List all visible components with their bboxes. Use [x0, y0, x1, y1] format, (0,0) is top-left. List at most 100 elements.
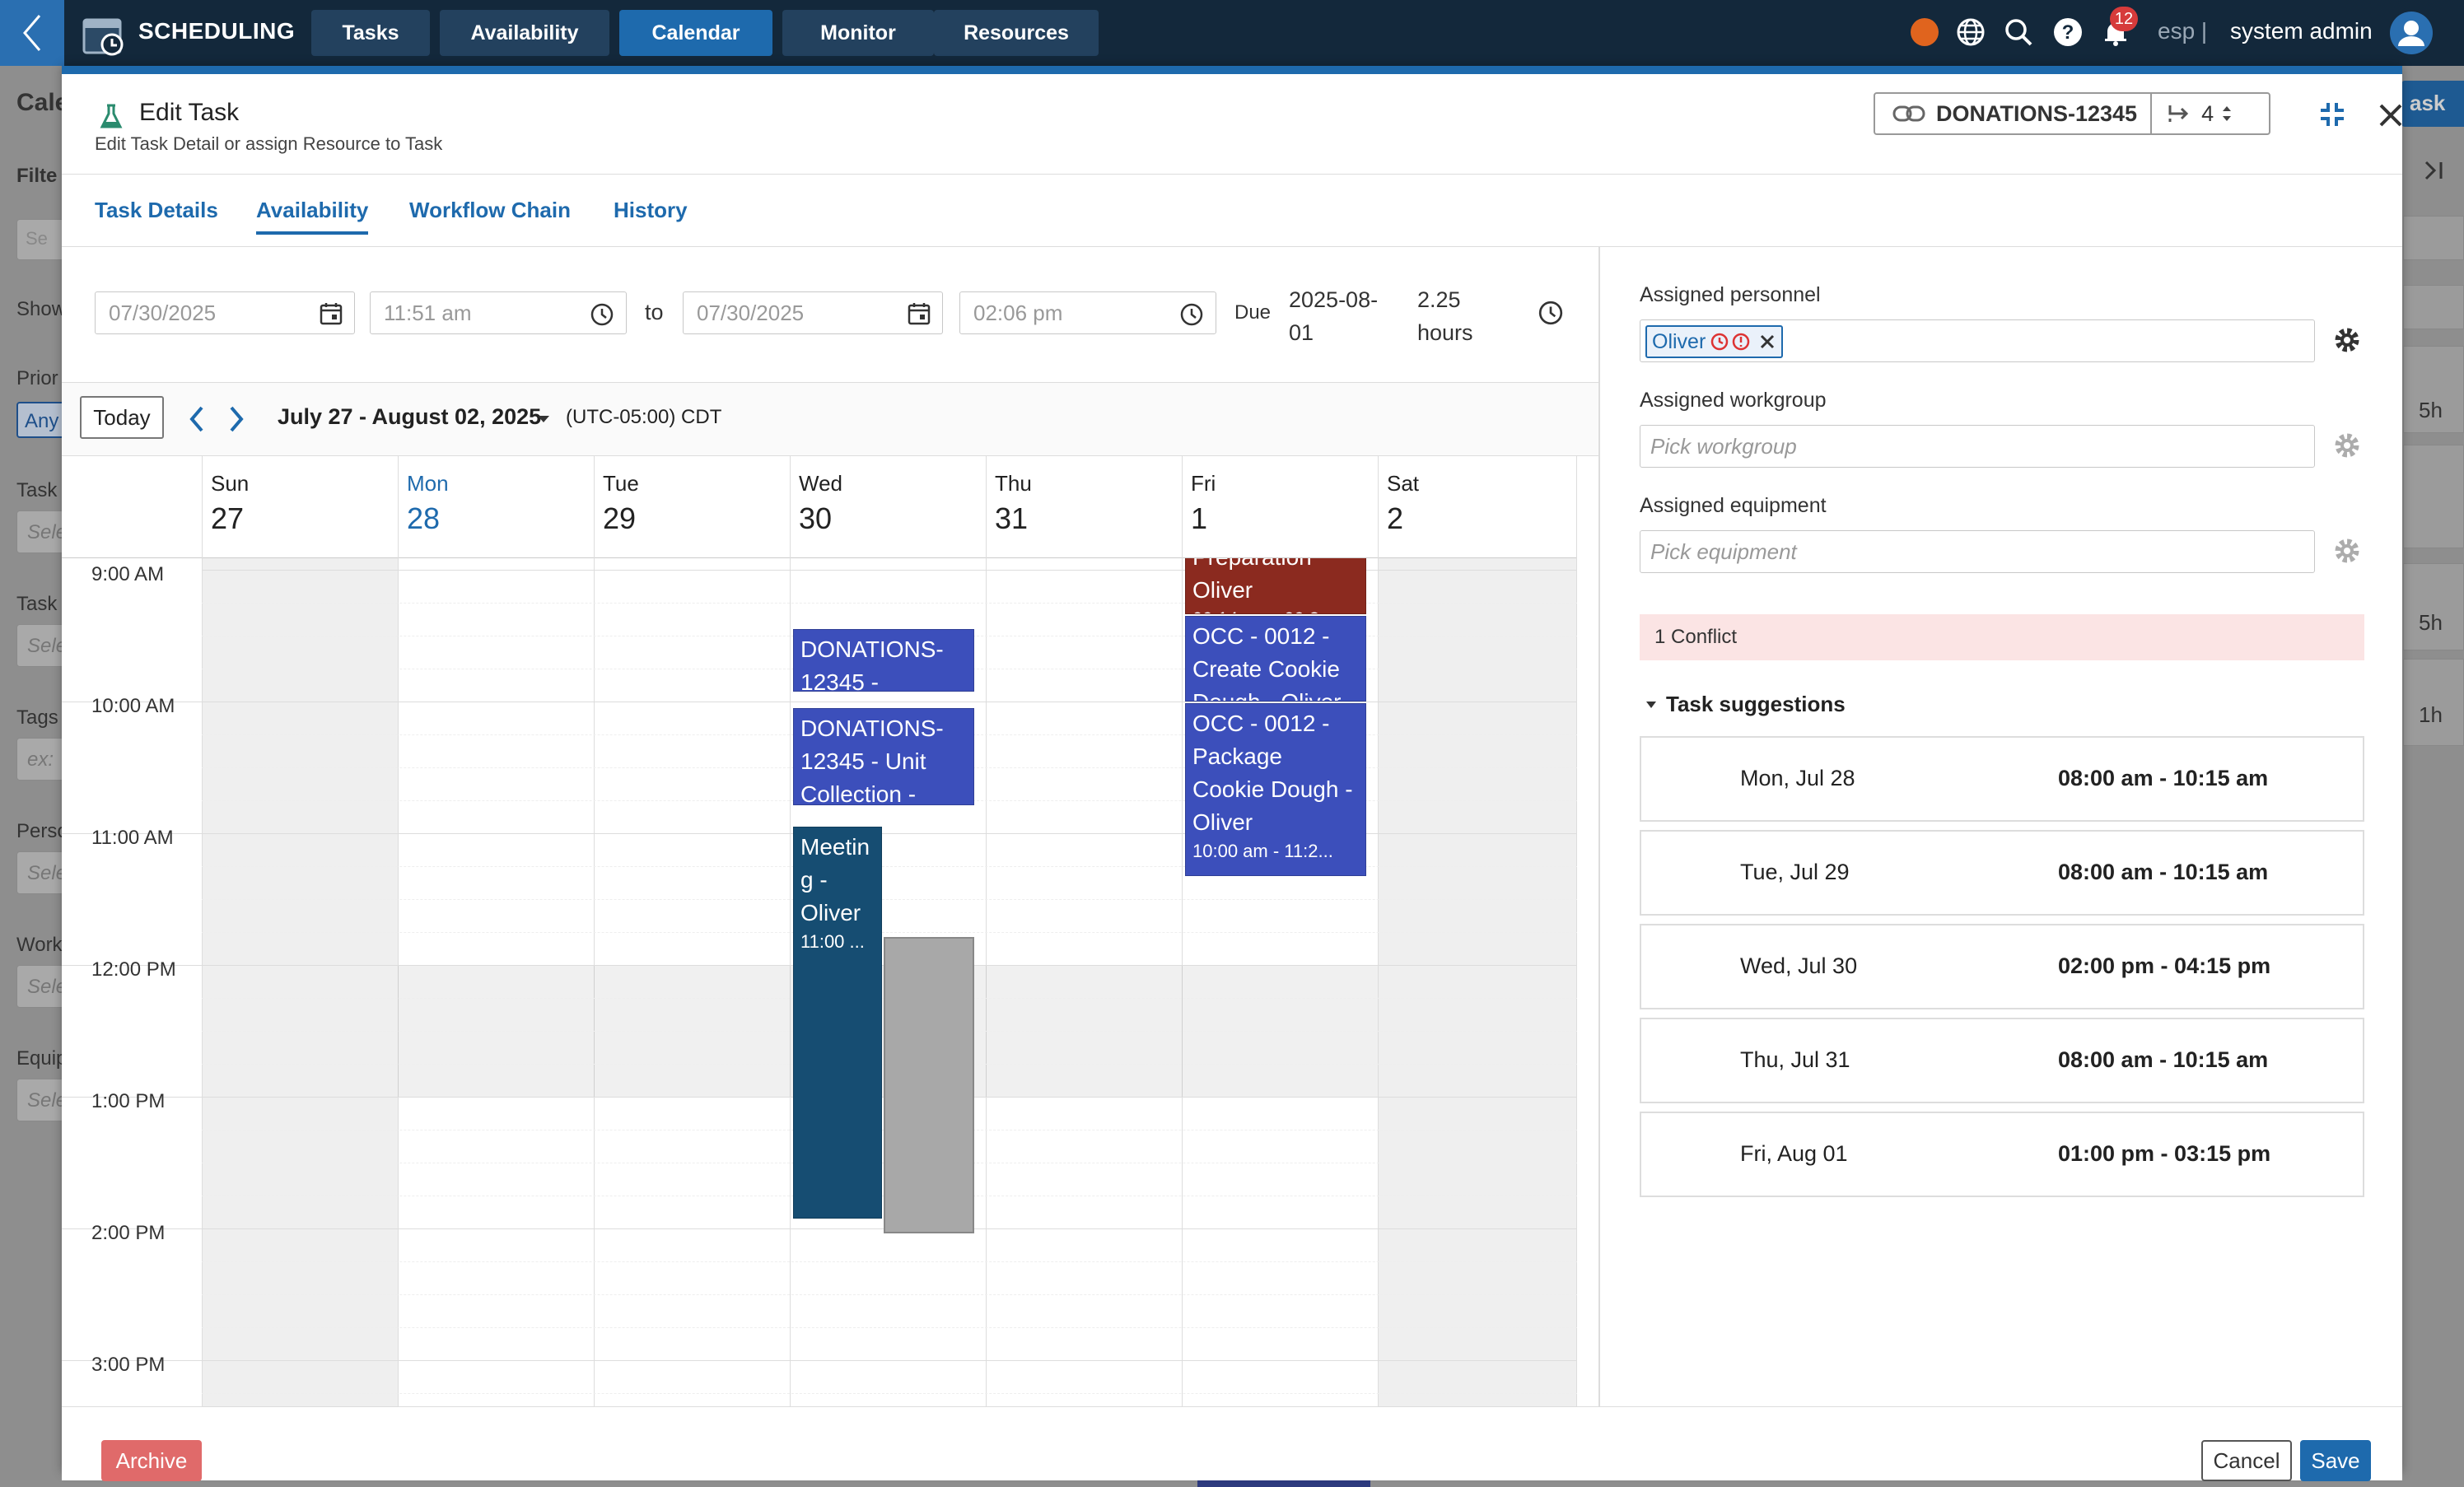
day-header-thu[interactable]: Thu 31	[986, 456, 1182, 558]
clock-icon[interactable]	[1179, 302, 1204, 327]
assigned-workgroup-input[interactable]: Pick workgroup	[1640, 425, 2315, 468]
suggestion-item[interactable]: Thu, Jul 31 08:00 am - 10:15 am	[1640, 1018, 2364, 1103]
day-column-sat[interactable]	[1378, 558, 1577, 1406]
day-header-fri[interactable]: Fri 1	[1182, 456, 1378, 558]
archive-button[interactable]: Archive	[101, 1440, 202, 1481]
calendar-event-preparation[interactable]: Preparation Oliver 09:14 am - 09:3	[1185, 558, 1366, 614]
user-icon	[2398, 21, 2424, 46]
remove-tag-icon[interactable]	[1758, 333, 1776, 351]
day-name: Mon	[407, 471, 449, 496]
day-column-sun[interactable]	[202, 558, 398, 1406]
edit-task-modal: Edit Task Edit Task Detail or assign Res…	[62, 66, 2404, 1481]
suggestion-item[interactable]: Tue, Jul 29 08:00 am - 10:15 am	[1640, 830, 2364, 916]
tab-workflow-chain[interactable]: Workflow Chain	[409, 198, 571, 223]
date-range[interactable]: July 27 - August 02, 2025	[278, 404, 541, 430]
day-header-sat[interactable]: Sat 2	[1378, 456, 1577, 558]
nav-availability[interactable]: Availability	[440, 10, 609, 56]
day-header-mon[interactable]: Mon 28	[398, 456, 594, 558]
calendar-event-create-cookie-dough[interactable]: OCC - 0012 - Create Cookie Dough - Olive…	[1185, 616, 1366, 702]
day-number: 30	[799, 501, 833, 535]
nav-calendar[interactable]: Calendar	[619, 10, 772, 56]
task-suggestions-title[interactable]: Task suggestions	[1666, 692, 1846, 717]
suggestion-item[interactable]: Mon, Jul 28 08:00 am - 10:15 am	[1640, 736, 2364, 822]
end-date-input[interactable]: 07/30/2025	[683, 291, 943, 334]
bg-tags-input: ex:	[16, 738, 66, 781]
to-label: to	[645, 300, 664, 324]
save-button[interactable]: Save	[2300, 1440, 2371, 1481]
day-number: 1	[1191, 501, 1208, 535]
chevron-right-icon[interactable]	[226, 404, 246, 434]
suggestion-time: 08:00 am - 10:15 am	[2058, 1047, 2269, 1072]
back-button[interactable]	[0, 0, 64, 66]
help-icon[interactable]: ?	[2052, 16, 2084, 48]
status-dot-icon[interactable]	[1909, 16, 1940, 48]
calendar-event-donations-1[interactable]: DONATIONS-12345 -	[793, 629, 974, 692]
chevron-left-icon[interactable]	[187, 404, 207, 434]
bg-search-box: Se	[16, 219, 66, 260]
suggestion-time: 08:00 am - 10:15 am	[2058, 766, 2269, 790]
today-button[interactable]: Today	[80, 396, 164, 439]
bg-right-card-3: 5h	[2403, 563, 2464, 650]
calendar-time-grid[interactable]: 9:00 AM 10:00 AM 11:00 AM 12:00 PM 1:00 …	[62, 558, 1577, 1406]
proposed-task-slot[interactable]	[884, 937, 974, 1233]
day-number: 31	[995, 501, 1029, 535]
tab-availability[interactable]: Availability	[256, 198, 369, 235]
end-time-input[interactable]: 02:06 pm	[959, 291, 1216, 334]
calendar-event-donations-unit-collection[interactable]: DONATIONS-12345 - Unit Collection -	[793, 708, 974, 805]
day-header-tue[interactable]: Tue 29	[594, 456, 790, 558]
gear-icon[interactable]	[2331, 324, 2363, 356]
start-date-input[interactable]: 07/30/2025	[95, 291, 355, 334]
tab-task-details[interactable]: Task Details	[95, 198, 218, 223]
modal-footer: Archive Cancel Save	[62, 1406, 2402, 1481]
calendar-navigation: Today July 27 - August 02, 2025 (UTC-05:…	[62, 382, 1598, 456]
minimize-icon[interactable]	[2318, 100, 2346, 128]
assigned-workgroup-label: Assigned workgroup	[1640, 389, 1827, 412]
day-header-sun[interactable]: Sun 27	[202, 456, 398, 558]
calendar-day-headers: Sun 27 Mon 28 Tue 29 Wed 30 Thu 31 Fri 1 Sat 2	[62, 456, 1577, 558]
language-toggle[interactable]: esp |	[2158, 18, 2207, 44]
tab-history[interactable]: History	[614, 198, 688, 223]
day-name: Sun	[211, 471, 250, 496]
suggestion-time: 08:00 am - 10:15 am	[2058, 860, 2269, 884]
bg-select-1: Sele	[16, 510, 67, 553]
nav-monitor[interactable]: Monitor	[782, 10, 934, 56]
cancel-button[interactable]: Cancel	[2201, 1440, 2292, 1481]
calendar-event-package-cookie-dough[interactable]: OCC - 0012 - Package Cookie Dough - Oliv…	[1185, 703, 1366, 876]
user-name[interactable]: system admin	[2230, 18, 2373, 44]
search-icon[interactable]	[2003, 16, 2034, 48]
modal-title: Edit Task	[139, 99, 240, 126]
calendar-event-meeting[interactable]: Meeting - Oliver 11:00 ...	[793, 827, 882, 1219]
globe-icon[interactable]	[1955, 16, 1986, 48]
assigned-equipment-input[interactable]: Pick equipment	[1640, 530, 2315, 573]
day-header-wed[interactable]: Wed 30	[790, 456, 986, 558]
caret-down-icon[interactable]	[1645, 700, 1658, 710]
suggestion-item[interactable]: Fri, Aug 01 01:00 pm - 03:15 pm	[1640, 1112, 2364, 1197]
clock-icon[interactable]	[590, 302, 614, 327]
time-label: 2:00 PM	[91, 1222, 166, 1244]
close-icon[interactable]	[2378, 102, 2404, 128]
chevron-left-icon	[23, 15, 41, 51]
task-reference-id[interactable]: DONATIONS-12345	[1936, 101, 2137, 127]
collapse-panel-icon	[2424, 161, 2443, 180]
nav-tasks[interactable]: Tasks	[311, 10, 430, 56]
chain-count[interactable]: 4	[2201, 101, 2214, 127]
avatar[interactable]	[2390, 12, 2433, 54]
assigned-personnel-input[interactable]: Oliver	[1640, 319, 2315, 362]
bg-filter-label: Filte	[16, 165, 58, 187]
caret-down-icon[interactable]	[536, 414, 551, 424]
event-title: Meeting - Oliver	[800, 834, 870, 925]
conflict-banner[interactable]: 1 Conflict	[1640, 614, 2364, 660]
clock-warning-icon	[1711, 333, 1729, 351]
link-icon	[1892, 105, 1925, 122]
day-number: 2	[1387, 501, 1404, 535]
personnel-tag-name: Oliver	[1652, 329, 1706, 353]
nav-resources[interactable]: Resources	[934, 10, 1099, 56]
calendar-icon[interactable]	[908, 302, 931, 325]
end-time-value: 02:06 pm	[973, 300, 1063, 325]
start-date-value: 07/30/2025	[109, 300, 217, 325]
clock-icon[interactable]	[1538, 300, 1564, 326]
calendar-icon[interactable]	[320, 302, 343, 325]
start-time-input[interactable]: 11:51 am	[370, 291, 627, 334]
suggestion-item[interactable]: Wed, Jul 30 02:00 pm - 04:15 pm	[1640, 924, 2364, 1009]
stepper-icon[interactable]	[2220, 103, 2233, 124]
